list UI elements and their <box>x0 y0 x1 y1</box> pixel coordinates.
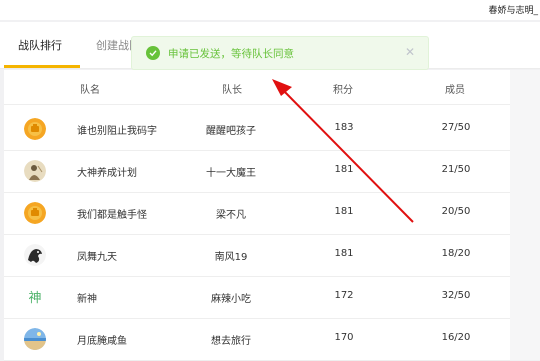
tab-team-ranking[interactable]: 战队排行 <box>18 37 62 53</box>
user-name[interactable]: 春娇与志明_ <box>488 3 538 16</box>
team-leader: 十一大魔王 <box>206 168 256 179</box>
illustration-avatar <box>24 160 46 182</box>
shen-character-avatar: 神 <box>24 286 46 308</box>
team-score: 170 <box>334 332 354 343</box>
team-name[interactable]: 大神养成计划 <box>77 164 137 179</box>
team-score: 172 <box>334 290 354 301</box>
toast-message: 申请已发送，等待队长同意 <box>168 48 294 60</box>
beach-photo-avatar <box>24 328 46 350</box>
check-circle-icon <box>146 46 160 60</box>
success-toast: 申请已发送，等待队长同意 ✕ <box>131 36 429 70</box>
close-icon[interactable]: ✕ <box>405 45 415 59</box>
team-name[interactable]: 我们都是触手怪 <box>77 206 147 221</box>
table-row[interactable]: 凤舞九天 南风19 181 18/20 <box>4 234 510 277</box>
column-header-members: 成员 <box>445 85 465 96</box>
column-header-leader: 队长 <box>222 85 242 96</box>
orange-badge-avatar <box>24 202 46 224</box>
team-name[interactable]: 谁也别阻止我码字 <box>77 122 157 137</box>
table-row[interactable]: 月底腌咸鱼 想去旅行 170 16/20 <box>4 318 510 361</box>
team-members: 16/20 <box>441 332 471 343</box>
table-row[interactable]: 我们都是触手怪 梁不凡 181 20/50 <box>4 192 510 235</box>
team-members: 20/50 <box>441 206 471 217</box>
team-name[interactable]: 凤舞九天 <box>77 248 117 263</box>
team-score: 181 <box>334 248 354 259</box>
team-leader: 想去旅行 <box>211 336 251 347</box>
top-bar: 春娇与志明_ <box>0 0 540 20</box>
dark-horse-avatar <box>24 244 46 266</box>
avatar-character: 神 <box>28 291 41 306</box>
team-name[interactable]: 月底腌咸鱼 <box>77 332 127 347</box>
table-row[interactable]: 谁也别阻止我码字 醒醒吧孩子 183 27/50 <box>4 108 510 151</box>
team-leader: 醒醒吧孩子 <box>206 126 256 137</box>
table-row[interactable]: 大神养成计划 十一大魔王 181 21/50 <box>4 150 510 193</box>
team-score: 181 <box>334 206 354 217</box>
table-header: 队名 队长 积分 成员 <box>4 70 510 105</box>
column-header-score: 积分 <box>333 85 353 96</box>
team-members: 18/20 <box>441 248 471 259</box>
team-members: 27/50 <box>441 122 471 133</box>
orange-badge-avatar <box>24 118 46 140</box>
team-score: 183 <box>334 122 354 133</box>
team-members: 32/50 <box>441 290 471 301</box>
side-gutter <box>510 70 540 360</box>
team-leader: 麻辣小吃 <box>211 294 251 305</box>
team-members: 21/50 <box>441 164 471 175</box>
column-header-team: 队名 <box>80 85 100 96</box>
team-score: 181 <box>334 164 354 175</box>
team-name[interactable]: 新神 <box>77 290 97 305</box>
active-tab-indicator <box>4 65 80 68</box>
table-row[interactable]: 神 新神 麻辣小吃 172 32/50 <box>4 276 510 319</box>
team-leader: 南风19 <box>214 252 248 263</box>
ranking-table: 队名 队长 积分 成员 谁也别阻止我码字 醒醒吧孩子 183 27/50 大神养… <box>4 70 510 361</box>
team-leader: 梁不凡 <box>216 210 246 221</box>
